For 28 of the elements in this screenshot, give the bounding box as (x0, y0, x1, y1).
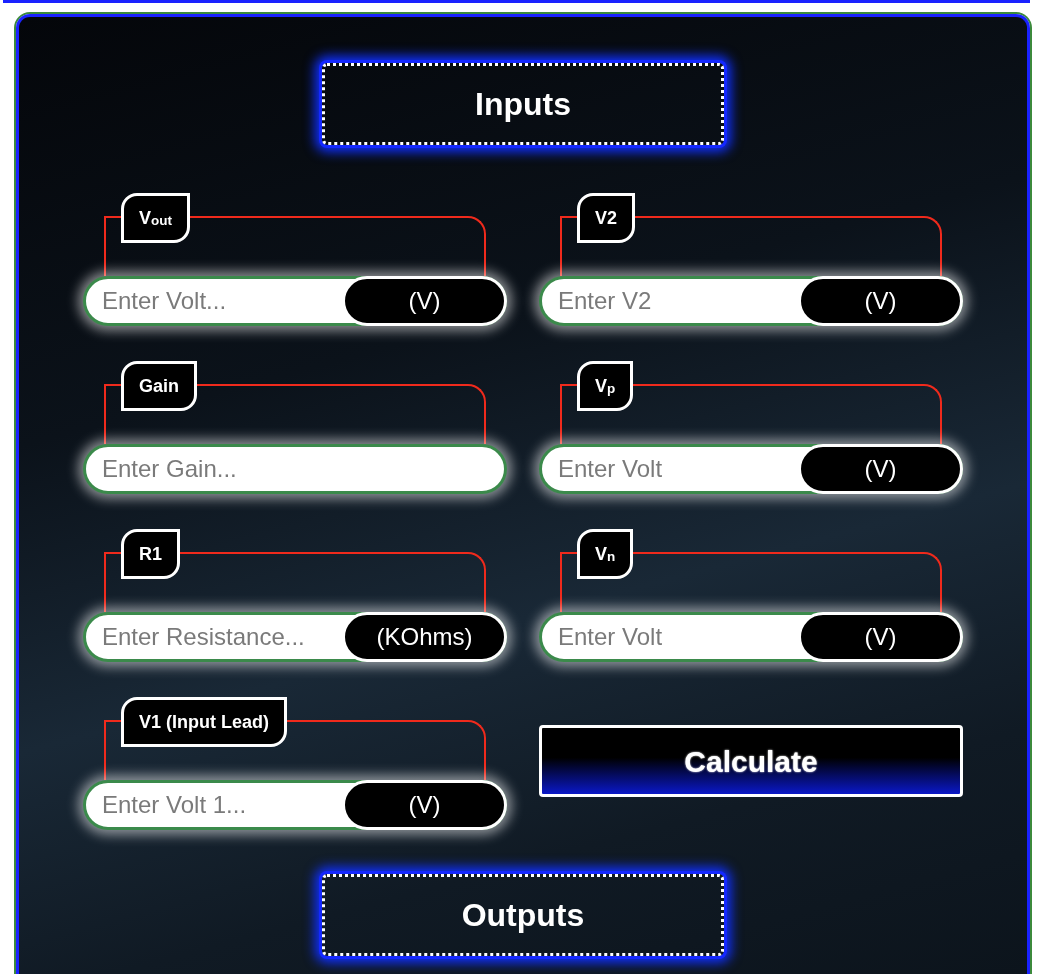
field-label: V$_{p}$ (577, 361, 634, 411)
field-label: V2 (577, 193, 636, 243)
unit-label: (V) (798, 612, 963, 662)
input-field[interactable]: Enter Volt 1... (V) (83, 780, 507, 830)
input-text[interactable]: Enter V2 (542, 279, 798, 323)
unit-label: (KOhms) (342, 612, 507, 662)
unit-label: (V) (342, 276, 507, 326)
input-text[interactable]: Enter Volt... (86, 279, 342, 323)
field-label: V$_{out}$ (121, 193, 190, 243)
input-text[interactable]: Enter Volt (542, 615, 798, 659)
field-label: Gain (121, 361, 197, 411)
input-text[interactable]: Enter Resistance... (86, 615, 342, 659)
section-header: Outputs (322, 874, 724, 956)
unit-label: (V) (798, 444, 963, 494)
section-header: Inputs (322, 63, 724, 145)
input-field[interactable]: Enter Volt (V) (539, 444, 963, 494)
field-label: R1 (121, 529, 180, 579)
calculate-button[interactable]: Calculate (539, 725, 963, 797)
unit-label: (V) (798, 276, 963, 326)
input-text[interactable]: Enter Volt (542, 447, 798, 491)
field-label: V1 (Input Lead) (121, 697, 287, 747)
input-field[interactable]: Enter Resistance... (KOhms) (83, 612, 507, 662)
field-label: V$_{n}$ (577, 529, 634, 579)
input-field[interactable]: Enter Volt... (V) (83, 276, 507, 326)
input-field[interactable]: Enter V2 (V) (539, 276, 963, 326)
input-text[interactable]: Enter Volt 1... (86, 783, 342, 827)
unit-label: (V) (342, 780, 507, 830)
input-field[interactable]: Enter Volt (V) (539, 612, 963, 662)
